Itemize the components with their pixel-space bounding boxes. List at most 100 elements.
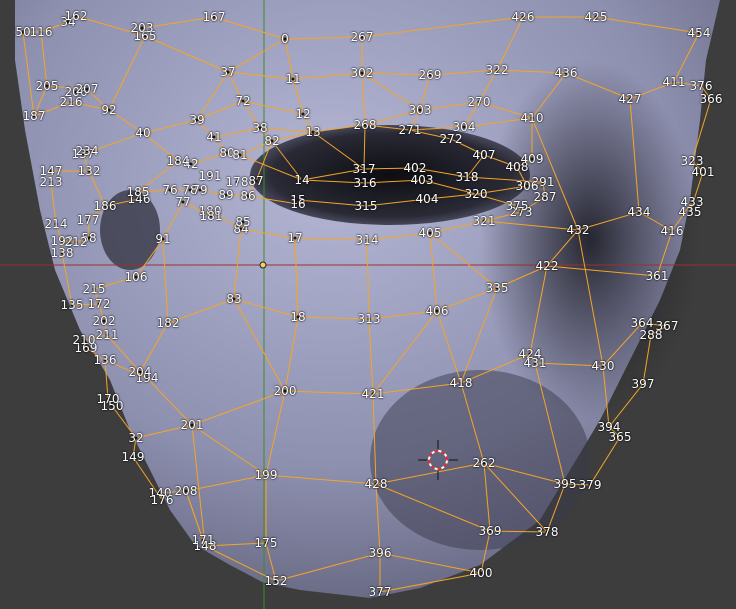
mesh-vertex[interactable]	[60, 251, 64, 255]
mesh-vertex[interactable]	[670, 229, 674, 233]
mesh-vertex[interactable]	[212, 15, 216, 19]
mesh-vertex[interactable]	[541, 180, 545, 184]
mesh-vertex[interactable]	[363, 181, 367, 185]
mesh-vertex[interactable]	[203, 544, 207, 548]
mesh-vertex[interactable]	[293, 236, 297, 240]
mesh-vertex[interactable]	[428, 73, 432, 77]
mesh-vertex[interactable]	[420, 178, 424, 182]
mesh-vertex[interactable]	[54, 222, 58, 226]
mesh-vertex[interactable]	[84, 346, 88, 350]
mesh-vertex[interactable]	[45, 84, 49, 88]
mesh-vertex[interactable]	[143, 34, 147, 38]
mesh-vertex[interactable]	[701, 170, 705, 174]
mesh-vertex[interactable]	[137, 197, 141, 201]
mesh-vertex[interactable]	[195, 118, 199, 122]
mesh-vertex[interactable]	[665, 324, 669, 328]
mesh-vertex[interactable]	[449, 137, 453, 141]
mesh-vertex[interactable]	[688, 210, 692, 214]
mesh-vertex[interactable]	[576, 228, 580, 232]
mesh-vertex[interactable]	[530, 116, 534, 120]
mesh-vertex[interactable]	[296, 198, 300, 202]
mesh-vertex[interactable]	[628, 97, 632, 101]
mesh-vertex[interactable]	[371, 392, 375, 396]
mesh-vertex[interactable]	[105, 333, 109, 337]
mesh-vertex[interactable]	[363, 123, 367, 127]
mesh-vertex[interactable]	[374, 482, 378, 486]
mesh-vertex[interactable]	[699, 84, 703, 88]
mesh-vertex[interactable]	[474, 192, 478, 196]
mesh-vertex[interactable]	[618, 435, 622, 439]
mesh-vertex[interactable]	[640, 321, 644, 325]
mesh-vertex[interactable]	[74, 90, 78, 94]
mesh-vertex[interactable]	[141, 131, 145, 135]
mesh-view[interactable]	[0, 0, 736, 609]
mesh-vertex[interactable]	[87, 169, 91, 173]
mesh-vertex[interactable]	[425, 197, 429, 201]
mesh-vertex[interactable]	[254, 179, 258, 183]
mesh-vertex[interactable]	[134, 436, 138, 440]
mesh-vertex[interactable]	[545, 530, 549, 534]
mesh-vertex[interactable]	[201, 538, 205, 542]
mesh-vertex[interactable]	[134, 275, 138, 279]
mesh-vertex[interactable]	[495, 286, 499, 290]
mesh-vertex[interactable]	[408, 128, 412, 132]
mesh-vertex[interactable]	[160, 498, 164, 502]
mesh-vertex[interactable]	[364, 204, 368, 208]
mesh-vertex[interactable]	[158, 491, 162, 495]
mesh-vertex[interactable]	[563, 482, 567, 486]
mesh-vertex[interactable]	[594, 15, 598, 19]
mesh-vertex[interactable]	[607, 425, 611, 429]
mesh-vertex[interactable]	[709, 97, 713, 101]
mesh-vertex[interactable]	[360, 71, 364, 75]
mesh-vertex[interactable]	[189, 162, 193, 166]
mesh-vertex[interactable]	[378, 551, 382, 555]
mesh-vertex[interactable]	[690, 159, 694, 163]
mesh-vertex[interactable]	[264, 473, 268, 477]
mesh-vertex[interactable]	[131, 455, 135, 459]
mesh-vertex[interactable]	[515, 165, 519, 169]
mesh-vertex[interactable]	[238, 153, 242, 157]
mesh-vertex[interactable]	[311, 130, 315, 134]
mesh-vertex[interactable]	[258, 126, 262, 130]
mesh-vertex[interactable]	[81, 152, 85, 156]
mesh-vertex[interactable]	[136, 190, 140, 194]
mesh-vertex[interactable]	[301, 112, 305, 116]
mesh-vertex[interactable]	[413, 166, 417, 170]
mesh-vertex[interactable]	[360, 35, 364, 39]
mesh-vertex[interactable]	[296, 202, 300, 206]
mesh-vertex[interactable]	[428, 231, 432, 235]
mesh-vertex[interactable]	[462, 125, 466, 129]
mesh-vertex[interactable]	[82, 338, 86, 342]
mesh-vertex[interactable]	[166, 321, 170, 325]
mesh-vertex[interactable]	[138, 370, 142, 374]
mesh-vertex[interactable]	[367, 317, 371, 321]
mesh-vertex[interactable]	[226, 70, 230, 74]
mesh-vertex[interactable]	[697, 31, 701, 35]
mesh-vertex[interactable]	[188, 188, 192, 192]
mesh-vertex[interactable]	[225, 151, 229, 155]
mesh-vertex[interactable]	[209, 214, 213, 218]
mesh-vertex[interactable]	[239, 227, 243, 231]
mesh-vertex[interactable]	[495, 68, 499, 72]
mesh-vertex[interactable]	[212, 135, 216, 139]
mesh-vertex[interactable]	[362, 167, 366, 171]
3d-viewport[interactable]: 0 11 12 13 14 15 16 17 18 32 34 37 38 39 40 41 42 50 58 72 7…	[0, 0, 736, 609]
mesh-vertex[interactable]	[488, 529, 492, 533]
mesh-vertex[interactable]	[274, 579, 278, 583]
mesh-vertex[interactable]	[515, 204, 519, 208]
mesh-vertex[interactable]	[92, 287, 96, 291]
mesh-vertex[interactable]	[641, 382, 645, 386]
mesh-vertex[interactable]	[140, 26, 144, 30]
mesh-vertex[interactable]	[85, 149, 89, 153]
mesh-vertex[interactable]	[184, 489, 188, 493]
mesh-vertex[interactable]	[190, 423, 194, 427]
mesh-vertex[interactable]	[49, 169, 53, 173]
mesh-vertex[interactable]	[70, 303, 74, 307]
mesh-vertex[interactable]	[465, 175, 469, 179]
mesh-vertex[interactable]	[479, 571, 483, 575]
mesh-vertex[interactable]	[519, 210, 523, 214]
mesh-vertex[interactable]	[241, 220, 245, 224]
mesh-vertex[interactable]	[106, 397, 110, 401]
mesh-vertex[interactable]	[103, 204, 107, 208]
mesh-vertex[interactable]	[161, 237, 165, 241]
